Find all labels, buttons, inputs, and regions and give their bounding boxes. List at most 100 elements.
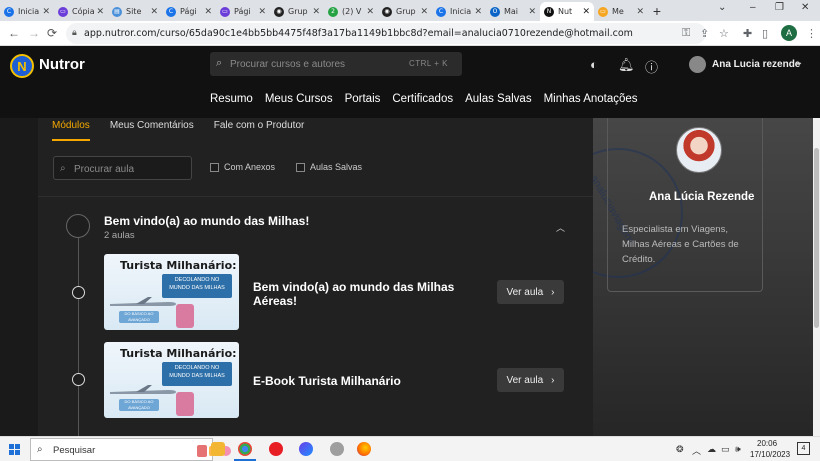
browser-tab[interactable]: C Pági ✕: [162, 2, 216, 21]
lesson-thumbnail[interactable]: Turista Milhanário: DECOLANDO NO MUNDO D…: [104, 342, 239, 418]
tab-search-icon[interactable]: ⌄: [718, 2, 726, 13]
app-icon[interactable]: [330, 442, 344, 456]
windows-start-icon[interactable]: [9, 444, 20, 455]
tab-close-icon[interactable]: ✕: [528, 7, 536, 17]
key-icon[interactable]: ⚿: [682, 27, 690, 40]
nav-item-meus-cursos[interactable]: Meus Cursos: [265, 93, 333, 105]
page-scrollbar[interactable]: [813, 118, 820, 436]
tab-modulos[interactable]: Módulos: [52, 120, 90, 141]
maximize-button[interactable]: ❐: [775, 2, 784, 13]
minimize-button[interactable]: –: [750, 2, 756, 13]
thumbnail-title: Turista Milhanário:: [120, 347, 237, 360]
tab-close-icon[interactable]: ✕: [420, 7, 428, 17]
tab-close-icon[interactable]: ✕: [150, 7, 158, 17]
browser-profile-avatar[interactable]: A: [781, 25, 797, 41]
chevron-down-icon[interactable]: ⌄: [795, 57, 803, 68]
tab-close-icon[interactable]: ✕: [582, 7, 590, 17]
tab-close-icon[interactable]: ✕: [312, 7, 320, 17]
back-icon[interactable]: ←: [8, 26, 20, 40]
tab-close-icon[interactable]: ✕: [474, 7, 482, 17]
share-icon[interactable]: ⇪: [700, 27, 709, 40]
course-search-input[interactable]: [230, 55, 410, 73]
media-player-icon[interactable]: [299, 442, 313, 456]
lesson-title[interactable]: E-Book Turista Milhanário: [253, 374, 468, 388]
nav-item-portais[interactable]: Portais: [345, 93, 381, 105]
browser-tab[interactable]: ▭ Cópia ✕: [54, 2, 108, 21]
tab-close-icon[interactable]: ✕: [636, 7, 644, 17]
chevron-up-icon[interactable]: ︿: [556, 221, 565, 234]
tray-cloud-icon[interactable]: ☁: [707, 444, 716, 455]
clock-date[interactable]: 17/10/2023: [750, 450, 790, 459]
browser-menu-icon[interactable]: ⋮: [806, 27, 817, 40]
filter-aulas-salvas[interactable]: Aulas Salvas: [296, 162, 362, 172]
lesson-status-circle[interactable]: [72, 373, 85, 386]
browser-tab[interactable]: ▤ Site ✕: [108, 2, 162, 21]
lesson-search-input[interactable]: [74, 161, 184, 177]
logo-text[interactable]: Nutror: [39, 56, 85, 73]
course-content-panel: Módulos Meus Comentários Fale com o Prod…: [38, 118, 593, 436]
browser-tab[interactable]: ▭ Me ✕: [594, 2, 648, 21]
bookmark-star-icon[interactable]: ☆: [719, 27, 729, 40]
scrollbar-thumb[interactable]: [814, 148, 819, 328]
file-explorer-icon[interactable]: [211, 442, 225, 456]
tab-title: Nut: [558, 7, 573, 16]
notification-bell-icon[interactable]: 🔔︎: [618, 57, 635, 73]
browser-tab[interactable]: N Nut ✕: [540, 2, 594, 21]
close-window-button[interactable]: ✕: [801, 2, 809, 13]
nav-item-minhas-anotacoes[interactable]: Minhas Anotações: [544, 93, 638, 105]
tab-title: Me: [612, 7, 624, 16]
opera-icon[interactable]: [269, 442, 283, 456]
url-field[interactable]: 🔒︎ app.nutror.com/curso/65da90c1e4bb5bb4…: [66, 23, 706, 44]
tray-network-icon[interactable]: ▭: [721, 444, 730, 455]
taskbar-search[interactable]: ⌕ Pesquisar: [30, 438, 231, 461]
tab-close-icon[interactable]: ✕: [42, 7, 50, 17]
help-icon[interactable]: ⓘ: [645, 57, 658, 76]
tab-title: Inicia: [18, 7, 40, 16]
lesson-search-box[interactable]: ⌕: [53, 156, 192, 180]
browser-tab[interactable]: C Inicia ✕: [0, 2, 54, 21]
tab-close-icon[interactable]: ✕: [96, 7, 104, 17]
checkbox[interactable]: [210, 162, 219, 172]
tab-meus-comentarios[interactable]: Meus Comentários: [110, 120, 194, 141]
reload-icon[interactable]: ⟳: [47, 26, 57, 40]
chrome-icon[interactable]: [238, 442, 252, 456]
browser-tab[interactable]: 2 (2) V ✕: [324, 2, 378, 21]
browser-tab[interactable]: C Inicia ✕: [432, 2, 486, 21]
user-avatar[interactable]: [689, 56, 706, 73]
nutror-logo-icon[interactable]: N: [10, 54, 34, 78]
lesson-title[interactable]: Bem vindo(a) ao mundo das Milhas Aéreas!: [253, 280, 468, 308]
tab-close-icon[interactable]: ✕: [258, 7, 266, 17]
user-name[interactable]: Ana Lucia rezende: [712, 59, 800, 70]
tray-chevron-up-icon[interactable]: ︿: [692, 444, 701, 457]
module-title[interactable]: Bem vindo(a) ao mundo das Milhas!: [104, 214, 309, 228]
checkbox[interactable]: [296, 162, 305, 172]
browser-tab[interactable]: O Mai ✕: [486, 2, 540, 21]
theme-toggle-icon[interactable]: ◐: [590, 57, 598, 72]
side-panel-icon[interactable]: ▯: [762, 27, 768, 40]
nav-item-resumo[interactable]: Resumo: [210, 93, 253, 105]
tab-close-icon[interactable]: ✕: [204, 7, 212, 17]
firefox-icon[interactable]: [357, 442, 371, 456]
filter-com-anexos[interactable]: Com Anexos: [210, 162, 275, 172]
new-tab-button[interactable]: +: [648, 3, 666, 19]
ver-aula-button[interactable]: Ver aula ›: [497, 368, 564, 392]
airplane-icon: [110, 297, 176, 306]
tray-weather-icon[interactable]: ❂: [676, 444, 684, 455]
lesson-status-circle[interactable]: [72, 286, 85, 299]
lesson-thumbnail[interactable]: Turista Milhanário: DECOLANDO NO MUNDO D…: [104, 254, 239, 330]
tab-fale-com-produtor[interactable]: Fale com o Produtor: [214, 120, 305, 141]
ver-aula-button[interactable]: Ver aula ›: [497, 280, 564, 304]
author-name[interactable]: Ana Lúcia Rezende: [649, 191, 754, 203]
browser-tab[interactable]: ◉ Grup ✕: [270, 2, 324, 21]
tab-close-icon[interactable]: ✕: [366, 7, 374, 17]
browser-tab[interactable]: ▭ Pági ✕: [216, 2, 270, 21]
nav-item-aulas-salvas[interactable]: Aulas Salvas: [465, 93, 531, 105]
extensions-icon[interactable]: ✚: [743, 27, 752, 40]
forward-icon[interactable]: →: [28, 26, 40, 40]
course-search-box[interactable]: ⌕ CTRL + K: [210, 52, 462, 76]
nav-item-certificados[interactable]: Certificados: [392, 93, 453, 105]
notification-center-icon[interactable]: 4: [797, 442, 810, 455]
clock-time[interactable]: 20:06: [757, 439, 777, 448]
browser-tab[interactable]: ◉ Grup ✕: [378, 2, 432, 21]
tray-volume-icon[interactable]: 🕪︎: [735, 444, 741, 455]
